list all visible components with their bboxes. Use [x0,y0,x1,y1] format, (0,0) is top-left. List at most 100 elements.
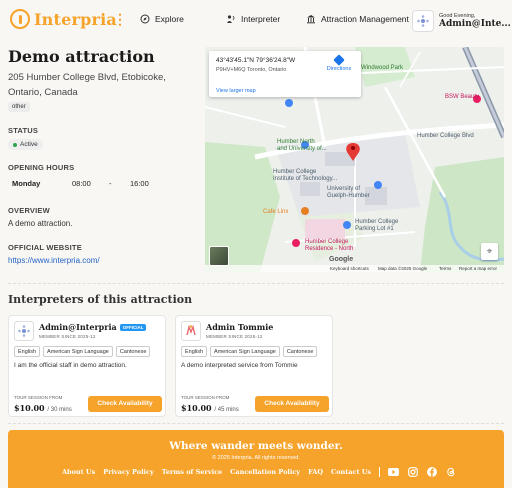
footer-link-cancellation[interactable]: Cancellation Policy [230,468,300,476]
price-value: $10.00 [181,403,212,413]
brand-logo[interactable]: Interpria [10,9,117,29]
directions-label: Directions [326,66,352,72]
footer-copyright: © 2025 Interpria. All rights reserved. [212,455,300,461]
session-price: $10.00 / 30 mins [14,403,72,413]
nav-interpreter[interactable]: Interpreter [226,14,280,24]
site-footer: Where wander meets wonder. © 2025 Interp… [8,430,504,488]
hours-day: Monday [12,179,41,188]
session-duration: / 30 mins [47,407,72,413]
check-availability-button[interactable]: Check Availability [255,396,329,412]
website-label: OFFICIAL WEBSITE [8,243,82,252]
map-label-windwood: Windwood Park [361,65,404,71]
google-logo: Google [329,256,354,263]
language-tag: Cantonese [282,346,318,357]
map-label-residence: Humber College Residence - North [305,239,354,252]
map-terms[interactable]: Terms [439,266,451,271]
instagram-icon[interactable] [407,467,418,477]
overview-label: OVERVIEW [8,206,50,215]
nav-explore-label: Explore [155,14,184,24]
view-larger-map-link[interactable]: View larger map [216,88,256,94]
interpreter-name: Admin@Interpria OFFICIAL [39,322,147,332]
language-tag: English [181,346,208,357]
status-label: STATUS [8,126,39,135]
interpreter-description: I am the official staff in demo attracti… [14,362,127,369]
tour-session-label: TOUR SESSION FROM [181,395,230,400]
map-label-parking: Humber College Parking Lot #1 [355,219,399,232]
brand-name: Interpria [34,9,117,29]
interpreter-card[interactable]: Admin Tommie MEMBER SINCE 2025-12 Englis… [175,315,333,417]
map-label-humber-college-blvd: Humber College Blvd [417,133,474,139]
map-report[interactable]: Report a map error [459,266,497,271]
museum-icon [306,14,316,24]
page-title: Demo attraction [8,47,155,66]
interpreter-description: A demo interpreted service from Tommie [181,362,298,369]
member-since: MEMBER SINCE 2025-12 [39,334,96,339]
footer-link-faq[interactable]: FAQ [308,468,323,476]
map-shortcuts[interactable]: Keyboard shortcuts [330,266,369,271]
hours-separator: - [109,179,112,188]
language-list: English American Sign Language Cantonese [181,346,318,357]
session-duration: / 45 mins [214,407,239,413]
language-tag: American Sign Language [43,346,113,357]
interpreter-name-text: Admin@Interpria [39,322,117,332]
session-price: $10.00 / 45 mins [181,403,239,413]
interpreter-name-text: Admin Tommie [206,322,274,332]
user-menu[interactable]: Good Evening, Admin@Inte... [412,10,511,32]
interpreter-icon [226,14,236,24]
footer-link-terms[interactable]: Terms of Service [162,468,222,476]
tour-session-label: TOUR SESSION FROM [14,395,63,400]
nav-attraction-management[interactable]: Attraction Management [306,14,409,24]
satellite-toggle[interactable] [209,246,229,266]
section-divider [8,423,504,424]
interpreter-name: Admin Tommie [206,322,273,332]
map-label-guelph: University of Guelph-Humber [327,186,370,199]
status-dot-icon [13,142,17,147]
directions-icon [333,54,345,66]
website-link[interactable]: https://www.interpria.com/ [8,256,100,265]
nav-interpreter-label: Interpreter [241,14,281,24]
avatar [412,10,434,32]
hours-open: 08:00 [72,179,91,188]
nav-attraction-management-label: Attraction Management [321,14,409,24]
category-tag: other [8,102,30,112]
section-divider [8,283,504,284]
footer-tagline: Where wander meets wonder. [169,440,343,452]
member-since: MEMBER SINCE 2025-12 [206,334,263,339]
top-header: Interpria ⋮ Explore Interpreter Attracti… [0,0,512,40]
price-value: $10.00 [14,403,45,413]
facebook-icon[interactable] [426,467,437,477]
compass-icon [140,14,150,24]
footer-link-privacy[interactable]: Privacy Policy [103,468,154,476]
locate-icon[interactable]: ⌖ [481,243,498,260]
check-availability-button[interactable]: Check Availability [88,396,162,412]
youtube-icon[interactable] [388,467,400,477]
hours-row: Monday 08:00 - 16:00 [8,176,190,190]
map-label-institute: Humber College Institute of Technology..… [273,169,338,182]
map-info-card: 43°43'45.1"N 79°36'24.8"W P9HV+M6Q Toron… [209,51,361,97]
location-map[interactable]: Windwood Park BSW Beauty Humber College … [205,47,504,272]
map-label-cafe: Cafe Linx [263,209,289,215]
map-plus-code: P9HV+M6Q Toronto, Ontario [216,67,287,73]
more-menu-icon[interactable]: ⋮ [113,12,127,26]
directions-button[interactable]: Directions [322,54,356,72]
status-badge: Active [8,139,43,150]
overview-text: A demo attraction. [8,219,73,228]
status-text: Active [20,141,38,148]
official-badge: OFFICIAL [119,323,147,331]
language-tag: Cantonese [115,346,151,357]
footer-link-about[interactable]: About Us [62,468,95,476]
map-data: Map data ©2025 Google [378,266,428,271]
user-name: Admin@Inte... [439,19,511,29]
map-footer: Keyboard shortcuts Map data ©2025 Google… [205,265,504,272]
footer-link-contact[interactable]: Contact Us [331,468,371,476]
interpreters-section-title: Interpreters of this attraction [8,293,193,306]
nav-explore[interactable]: Explore [140,14,184,24]
footer-separator [379,467,381,477]
language-tag: American Sign Language [210,346,280,357]
interpreter-card[interactable]: Admin@Interpria OFFICIAL MEMBER SINCE 20… [8,315,166,417]
footer-links: About Us Privacy Policy Terms of Service… [62,467,456,477]
map-coordinates: 43°43'45.1"N 79°36'24.8"W [216,57,296,64]
interpreter-avatar [181,321,201,341]
threads-icon[interactable] [445,467,456,477]
hours-close: 16:00 [130,179,149,188]
